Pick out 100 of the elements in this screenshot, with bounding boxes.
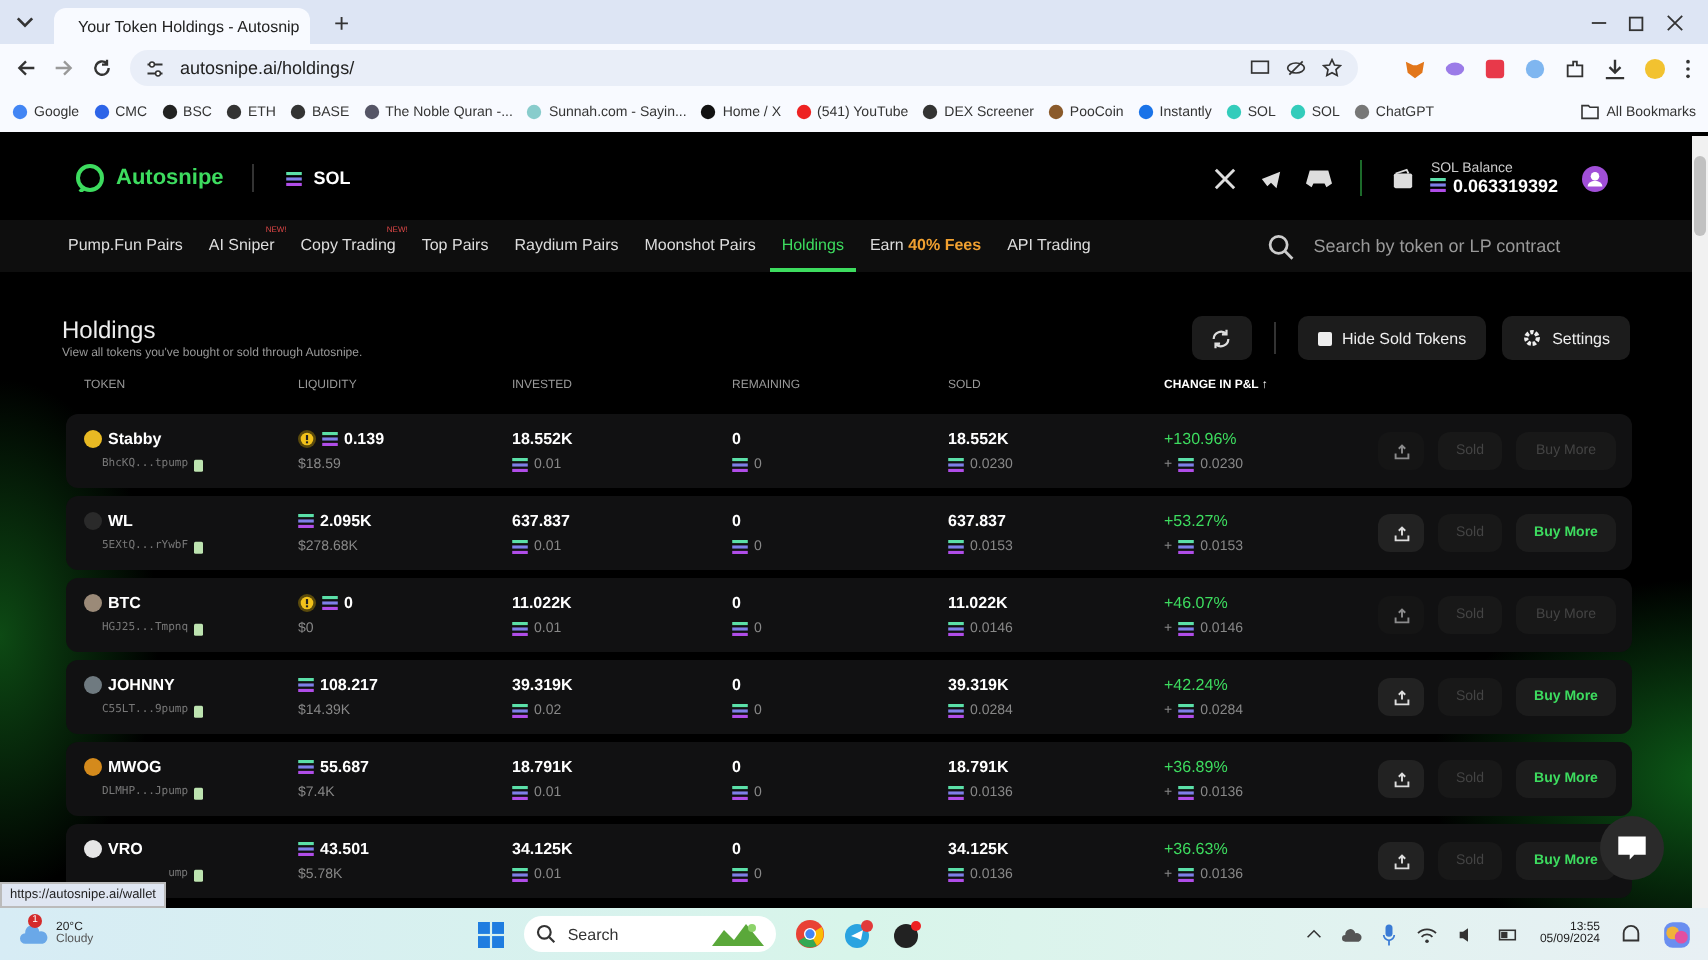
- solana-icon: [948, 539, 964, 553]
- chat-button[interactable]: [1600, 816, 1664, 880]
- back-icon[interactable]: [16, 58, 36, 78]
- nav-tab[interactable]: Earn 40% Fees: [857, 220, 994, 272]
- reload-icon[interactable]: [92, 58, 112, 78]
- favicon-icon: [363, 104, 380, 120]
- favicon-icon: [12, 104, 28, 120]
- checkbox[interactable]: [1317, 331, 1332, 345]
- battery-icon[interactable]: [1497, 925, 1520, 943]
- logo-text[interactable]: Autosnipe: [116, 166, 224, 190]
- forward-icon[interactable]: [54, 58, 74, 78]
- fox-icon[interactable]: [1404, 57, 1426, 79]
- install-icon[interactable]: [1250, 58, 1270, 78]
- notification-icon[interactable]: [1620, 923, 1642, 945]
- nav-tab[interactable]: Top Pairs: [409, 220, 501, 272]
- new-tab-button[interactable]: +: [330, 9, 354, 35]
- solana-icon: [1178, 867, 1195, 881]
- solana-icon: [512, 867, 528, 881]
- nav-tab[interactable]: Pump.Fun Pairs: [56, 220, 195, 272]
- copilot-icon[interactable]: [1662, 919, 1692, 949]
- avatar-icon[interactable]: [1582, 165, 1608, 191]
- token-name: BTC: [108, 593, 141, 611]
- favicon-icon: [700, 104, 717, 120]
- chain-label[interactable]: SOL: [313, 168, 351, 188]
- favicon-icon: [161, 104, 178, 120]
- hide-sold-toggle[interactable]: Hide Sold Tokens: [1297, 316, 1487, 360]
- balance-value[interactable]: 0.063319392: [1452, 175, 1558, 195]
- solana-icon: [512, 457, 528, 471]
- share-icon: [1393, 443, 1409, 459]
- liquidity-value: 0.139: [344, 429, 385, 447]
- chevron-down-icon[interactable]: [16, 16, 34, 28]
- puzzle-icon[interactable]: [1564, 57, 1586, 79]
- solana-icon: [512, 539, 528, 553]
- restore-icon[interactable]: [1628, 13, 1646, 31]
- copy-icon[interactable]: [194, 867, 206, 881]
- wallet-icon[interactable]: [1392, 167, 1415, 189]
- liquidity-value: 55.687: [320, 757, 369, 775]
- copy-icon[interactable]: [194, 703, 206, 717]
- share-button[interactable]: [1378, 760, 1424, 798]
- token-name: MWOG: [108, 757, 162, 775]
- wifi-icon[interactable]: [1415, 925, 1438, 943]
- refresh-button[interactable]: [1191, 316, 1252, 360]
- copy-icon[interactable]: [194, 457, 206, 471]
- search-field[interactable]: Search by token or LP contract: [1309, 234, 1612, 258]
- star-icon[interactable]: [1322, 58, 1342, 78]
- invested-value: 39.319K: [512, 675, 573, 693]
- solana-icon: [512, 703, 528, 717]
- favicon-icon: [289, 104, 306, 120]
- copy-icon[interactable]: [194, 621, 206, 635]
- solana-icon: [322, 595, 338, 609]
- copy-icon[interactable]: [194, 785, 206, 799]
- x-icon[interactable]: [1214, 167, 1237, 189]
- share-button[interactable]: [1378, 596, 1424, 634]
- invested-value: 637.837: [512, 511, 570, 529]
- liquidity-value: 2.095K: [320, 511, 372, 529]
- pnl-change: +36.89%: [1164, 757, 1228, 775]
- liquidity-value: 43.501: [320, 839, 369, 857]
- nav-tab[interactable]: Holdings: [769, 220, 856, 272]
- browser-tab[interactable]: Your Token Holdings - Autosnip: [54, 8, 310, 44]
- solana-icon: [732, 703, 748, 717]
- share-button[interactable]: [1378, 432, 1424, 470]
- pnl-change: +42.24%: [1164, 675, 1228, 693]
- invested-value: 18.791K: [512, 757, 573, 775]
- remaining-value: 0: [732, 675, 741, 693]
- copy-icon[interactable]: [194, 539, 206, 553]
- solana-icon: [732, 867, 748, 881]
- sold-value: 18.552K: [948, 429, 1009, 447]
- browser-icon[interactable]: [795, 920, 824, 948]
- taskbar-search-field[interactable]: Search: [523, 916, 776, 952]
- chat-icon: [1616, 834, 1648, 862]
- chevron-up-icon[interactable]: [1305, 928, 1322, 940]
- share-icon: [1393, 771, 1409, 787]
- share-button[interactable]: [1378, 842, 1424, 880]
- remaining-value: 0: [732, 839, 741, 857]
- microphone-icon[interactable]: [1381, 923, 1396, 945]
- telegram-icon[interactable]: [1260, 167, 1283, 189]
- close-icon[interactable]: [1666, 13, 1684, 31]
- share-button[interactable]: [1378, 678, 1424, 716]
- page-title: Holdings: [62, 316, 158, 344]
- solana-icon: [732, 457, 748, 471]
- more-icon[interactable]: [1684, 57, 1692, 79]
- extension-icon[interactable]: [1484, 57, 1506, 79]
- nav-tab[interactable]: Moonshot Pairs: [632, 220, 768, 272]
- app-icon[interactable]: [893, 920, 922, 948]
- nav-tab[interactable]: API Trading: [995, 220, 1103, 272]
- address-field[interactable]: autosnipe.ai/holdings/: [130, 50, 1358, 86]
- cloud-icon[interactable]: [1341, 925, 1362, 943]
- favicon-icon: [93, 104, 110, 120]
- share-button[interactable]: [1378, 514, 1424, 552]
- scrollbar[interactable]: [1692, 136, 1708, 908]
- windows-icon[interactable]: [477, 921, 504, 947]
- nav-tab[interactable]: Raydium Pairs: [502, 220, 631, 272]
- eye-slash-icon[interactable]: [1286, 58, 1306, 78]
- settings-button[interactable]: Settings: [1502, 316, 1630, 360]
- share-icon: [1393, 853, 1409, 869]
- extension-icon[interactable]: [1444, 57, 1466, 79]
- pnl-change: +36.63%: [1164, 839, 1228, 857]
- download-icon[interactable]: [1604, 57, 1626, 79]
- remaining-value: 0: [732, 757, 741, 775]
- solana-icon: [732, 621, 748, 635]
